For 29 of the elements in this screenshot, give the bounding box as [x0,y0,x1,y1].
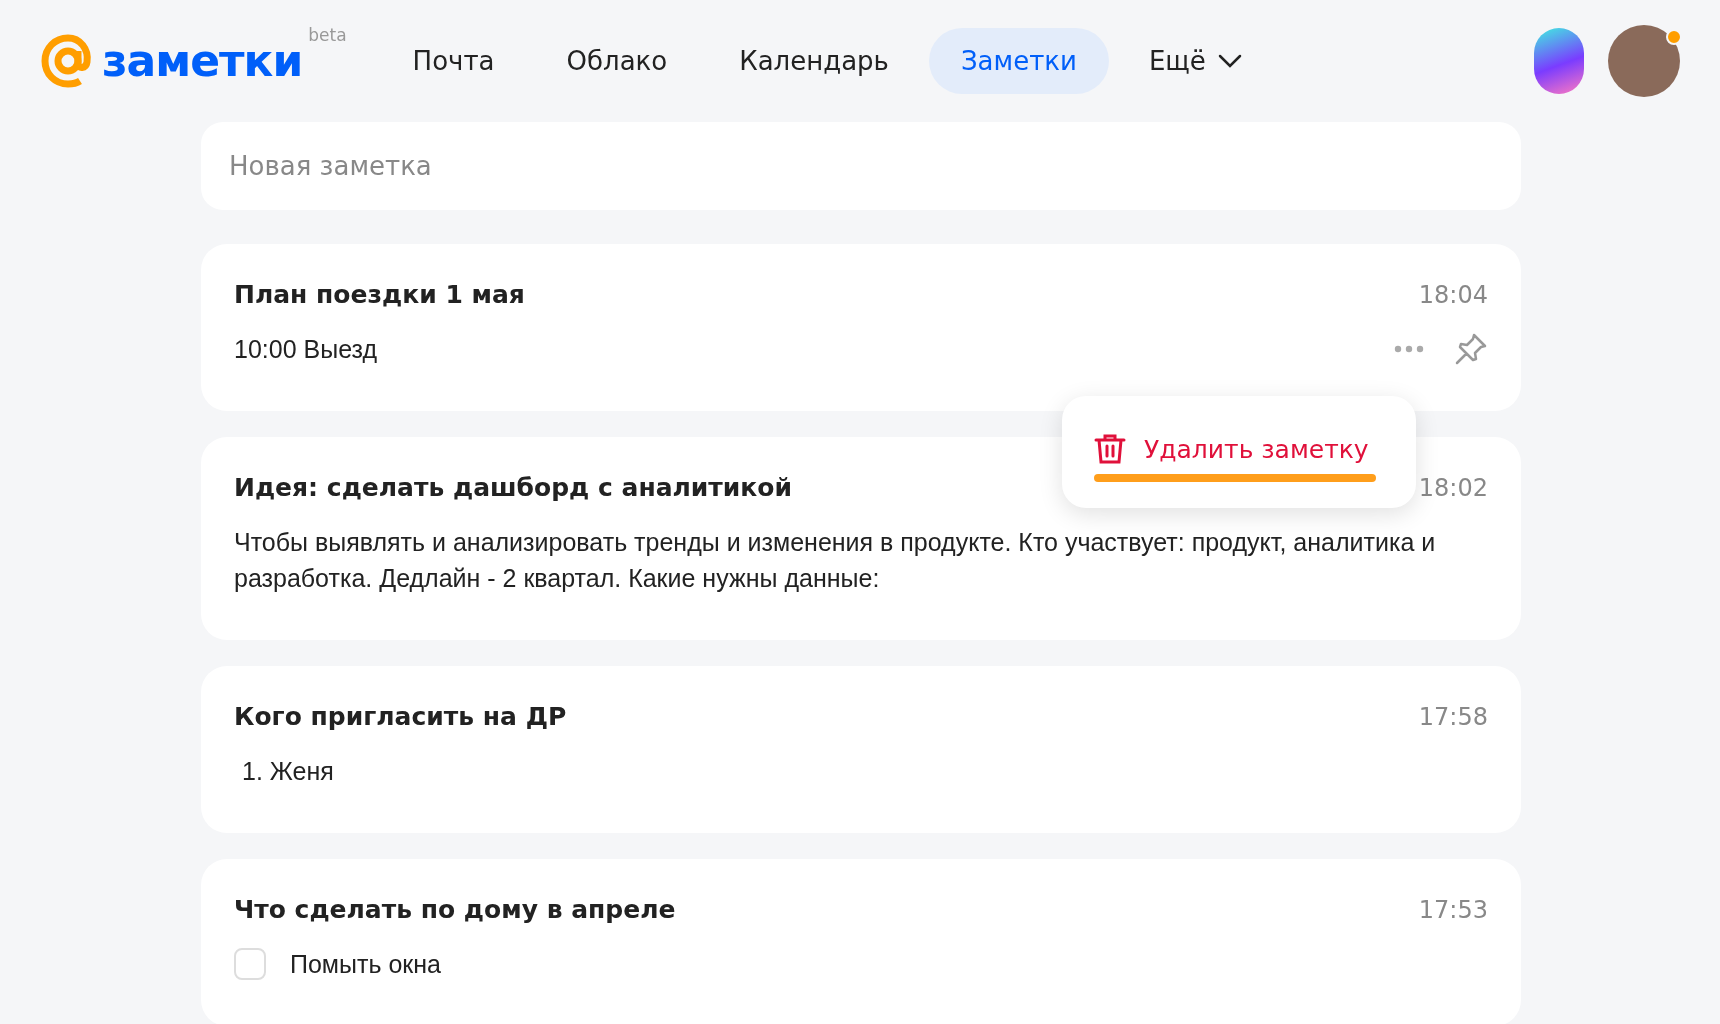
more-button[interactable] [1394,345,1424,353]
note-title: План поездки 1 мая [234,280,525,309]
note-time: 18:04 [1418,280,1488,309]
note-time: 17:53 [1418,895,1488,924]
note-time: 17:58 [1418,702,1488,731]
note-title: Кого пригласить на ДР [234,702,567,731]
nav-tab[interactable]: Почта [380,28,527,94]
note-title: Что сделать по дому в апреле [234,895,676,924]
nav-tab[interactable]: Заметки [928,28,1109,94]
pin-button[interactable] [1454,332,1488,366]
assistant-orb-icon[interactable] [1534,28,1584,94]
note-card[interactable]: Кого пригласить на ДР 17:58 1. Женя [201,666,1521,833]
nav-tab[interactable]: Облако [534,28,700,94]
new-note-field[interactable]: Новая заметка [201,122,1521,210]
trash-icon [1094,432,1126,466]
logo-text: заметки [102,39,303,83]
note-text: Чтобы выявлять и анализировать тренды и изменения в продукте. Кто участвует: продукт, аналитика и разработка. Дедлайн - 2 квартал. Какие нужны данные: [234,527,1437,594]
checklist-item: Помыть окна [290,949,442,980]
checkbox[interactable] [234,948,266,980]
note-card[interactable]: План поездки 1 мая 18:04 10:00 Выезд [201,244,1521,411]
note-title: Идея: сделать дашборд с аналитикой [234,473,793,502]
list-item: 1. Женя [241,757,335,785]
chevron-down-icon [1217,54,1242,68]
note-time: 18:02 [1418,473,1488,502]
note-card[interactable]: Что сделать по дому в апреле 17:53 Помыть окна [201,859,1521,1024]
nav-tab[interactable]: Календарь [707,28,921,94]
nav-tab[interactable]: Ещё [1116,28,1274,94]
beta-label: beta [308,25,347,45]
note-text: 10:00 Выезд [234,334,378,365]
